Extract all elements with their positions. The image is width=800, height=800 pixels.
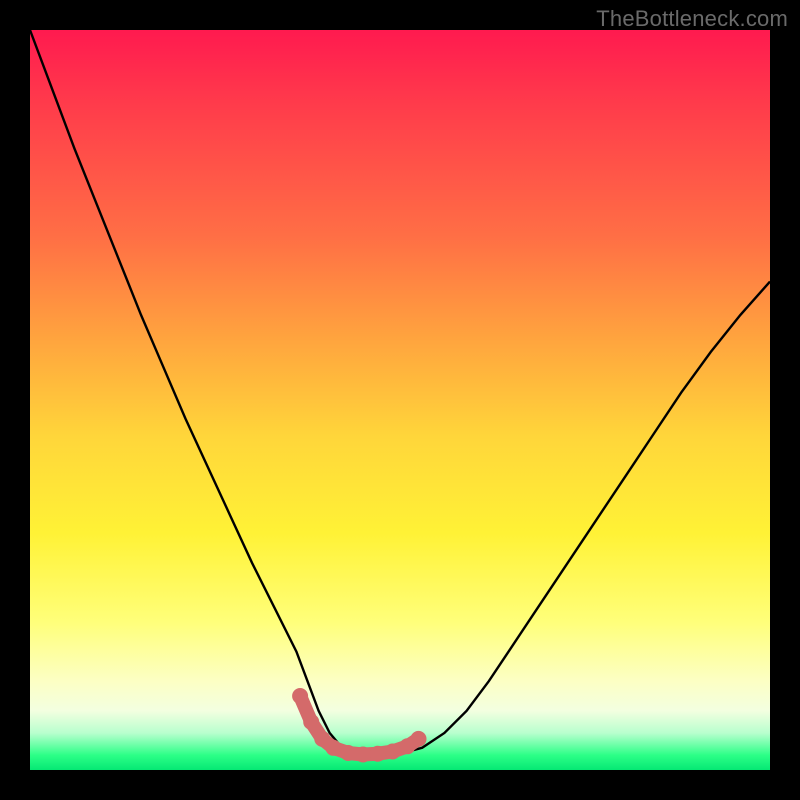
marker-dot (325, 740, 341, 756)
bottleneck-curve-path (30, 30, 770, 755)
watermark-text: TheBottleneck.com (596, 6, 788, 32)
marker-strip-group (292, 688, 426, 763)
marker-dot (292, 688, 308, 704)
marker-dot (411, 731, 427, 747)
marker-dot (385, 744, 401, 760)
marker-dot (340, 745, 356, 761)
chart-area (30, 30, 770, 770)
marker-dot (355, 747, 371, 763)
outer-frame: TheBottleneck.com (0, 0, 800, 800)
curve-svg (30, 30, 770, 770)
marker-dot (303, 714, 319, 730)
marker-dot (370, 746, 386, 762)
